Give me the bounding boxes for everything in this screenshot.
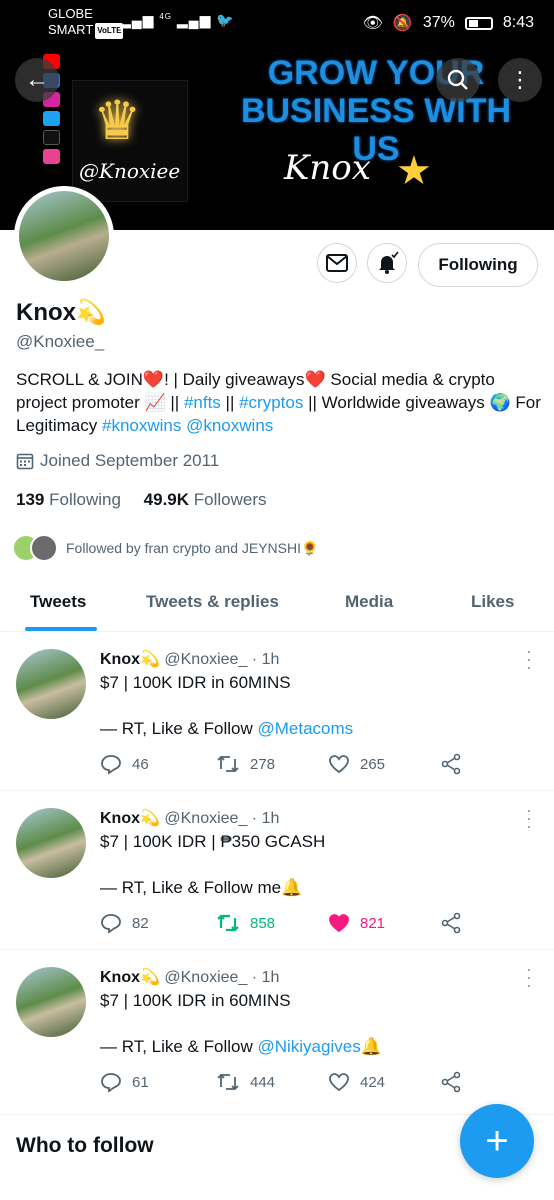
like-button[interactable]: 821: [328, 912, 385, 934]
avatar: [30, 534, 58, 562]
like-button[interactable]: 265: [328, 753, 385, 775]
status-bar: GLOBE SMART VoLTE ▂▄▆ 4G ▂▄▆ 🐦 👁 🔕 37% 8:…: [0, 0, 554, 50]
profile-bio: SCROLL & JOIN❤️! | Daily giveaways❤️ Soc…: [16, 370, 541, 435]
tweet-more-icon[interactable]: · · ·: [526, 960, 532, 994]
bell-icon: [379, 251, 399, 274]
logo-text: @Knoxiee: [79, 159, 181, 183]
tweet-text: $7 | 100K IDR | ₱350 GCASH — RT, Like & …: [100, 832, 326, 897]
compose-tweet-button[interactable]: +: [460, 1104, 534, 1178]
following-button[interactable]: Following: [418, 243, 538, 287]
carrier-2: SMART: [48, 22, 94, 37]
tiktok-icon: [43, 130, 60, 145]
reply-button[interactable]: 46: [100, 753, 149, 775]
joined-date: Joined September 2011: [16, 451, 219, 471]
reply-button[interactable]: 61: [100, 1071, 149, 1093]
retweet-button[interactable]: 858: [216, 912, 275, 934]
share-icon: [441, 753, 461, 775]
star-icon: ★: [396, 149, 432, 193]
tweet-text: $7 | 100K IDR in 60MINS — RT, Like & Fol…: [100, 991, 382, 1056]
profile-name: Knox💫: [16, 299, 106, 326]
more-vertical-icon: ⋮: [509, 67, 531, 92]
share-button[interactable]: [440, 753, 462, 775]
tweet-text: $7 | 100K IDR in 60MINS — RT, Like & Fol…: [100, 673, 354, 738]
logo-image: ♛ @Knoxiee: [72, 80, 188, 202]
profile-avatar[interactable]: [14, 186, 114, 286]
share-icon: [441, 912, 461, 934]
signal-icon: ▂▄▆ 4G ▂▄▆ 🐦: [120, 12, 235, 28]
heart-icon: [329, 755, 349, 774]
like-button[interactable]: 424: [328, 1071, 385, 1093]
retweet-icon: [217, 755, 239, 773]
reply-button[interactable]: 82: [100, 912, 149, 934]
reply-icon: [101, 755, 121, 775]
retweet-button[interactable]: 444: [216, 1071, 275, 1093]
hashtag-link[interactable]: #nfts: [184, 393, 221, 412]
mention-link[interactable]: @Metacoms: [257, 719, 353, 738]
status-right: 👁 🔕 37% 8:43: [363, 13, 534, 33]
reply-icon: [101, 914, 121, 934]
follow-stats: 139 Following 49.9K Followers: [16, 490, 267, 510]
clock: 8:43: [502, 14, 534, 31]
message-button[interactable]: [317, 243, 357, 283]
reply-icon: [101, 1073, 121, 1093]
battery-percent: 37%: [422, 14, 455, 31]
search-icon: [447, 69, 468, 90]
banner-headline: GROW YOUR BUSINESS WITH US: [240, 54, 512, 168]
mail-icon: [326, 254, 348, 272]
mute-icon: 🔕: [392, 15, 413, 32]
plus-icon: +: [485, 1118, 509, 1163]
active-tab-indicator: [25, 627, 97, 631]
profile-handle: @Knoxiee_: [16, 332, 105, 351]
battery-icon: [464, 16, 493, 30]
tweet-more-icon[interactable]: · · ·: [526, 642, 532, 676]
following-stat[interactable]: 139 Following: [16, 490, 121, 509]
followed-by[interactable]: Followed by fran crypto and JEYNSHI🌻: [12, 534, 318, 562]
share-button[interactable]: [440, 1071, 462, 1093]
crown-icon: ♛: [93, 91, 142, 151]
avatar[interactable]: [16, 649, 86, 719]
followers-stat[interactable]: 49.9K Followers: [144, 490, 267, 509]
app-icon: [43, 149, 60, 164]
tweet[interactable]: Knox💫 @Knoxiee_ · 1h · · · $7 | 100K IDR i…: [0, 633, 554, 791]
retweet-icon: [217, 1073, 239, 1091]
tweet-more-icon[interactable]: · · ·: [526, 801, 532, 835]
eye-icon: 👁: [362, 15, 383, 32]
hashtag-link[interactable]: #knoxwins: [102, 416, 181, 435]
carrier-info: GLOBE SMART VoLTE: [48, 6, 124, 39]
retweet-button[interactable]: 278: [216, 753, 275, 775]
retweet-icon: [217, 914, 239, 932]
notifications-button[interactable]: [367, 243, 407, 283]
tweet-header: Knox💫 @Knoxiee_ · 1h: [100, 810, 280, 827]
tweet[interactable]: Knox💫 @Knoxiee_ · 1h · · · $7 | 100K IDR i…: [0, 951, 554, 1115]
carrier-1: GLOBE: [48, 6, 93, 21]
heart-icon: [329, 914, 349, 933]
tab-likes[interactable]: Likes: [471, 592, 514, 612]
mention-link[interactable]: @Nikiyagives: [257, 1037, 360, 1056]
twitter-icon: [43, 111, 60, 126]
tweet-header: Knox💫 @Knoxiee_ · 1h: [100, 969, 280, 986]
share-icon: [441, 1071, 461, 1093]
tab-tweets-replies[interactable]: Tweets & replies: [146, 592, 279, 612]
profile-tabs: Tweets Tweets & replies Media Likes: [0, 580, 554, 632]
tweet-header: Knox💫 @Knoxiee_ · 1h: [100, 651, 280, 668]
more-button[interactable]: ⋮: [498, 58, 542, 102]
back-button[interactable]: ←: [15, 58, 59, 102]
who-to-follow-heading: Who to follow: [16, 1134, 154, 1157]
calendar-icon: [16, 453, 34, 470]
mention-link[interactable]: @knoxwins: [186, 416, 273, 435]
hashtag-link[interactable]: #cryptos: [239, 393, 303, 412]
share-button[interactable]: [440, 912, 462, 934]
search-button[interactable]: [436, 58, 480, 102]
tweet[interactable]: Knox💫 @Knoxiee_ · 1h · · · $7 | 100K IDR |…: [0, 792, 554, 950]
avatar[interactable]: [16, 967, 86, 1037]
banner-script-text: Knox: [284, 148, 371, 188]
heart-icon: [329, 1073, 349, 1092]
tab-tweets[interactable]: Tweets: [30, 592, 86, 612]
back-arrow-icon: ←: [25, 66, 49, 93]
avatar[interactable]: [16, 808, 86, 878]
tab-media[interactable]: Media: [345, 592, 393, 612]
